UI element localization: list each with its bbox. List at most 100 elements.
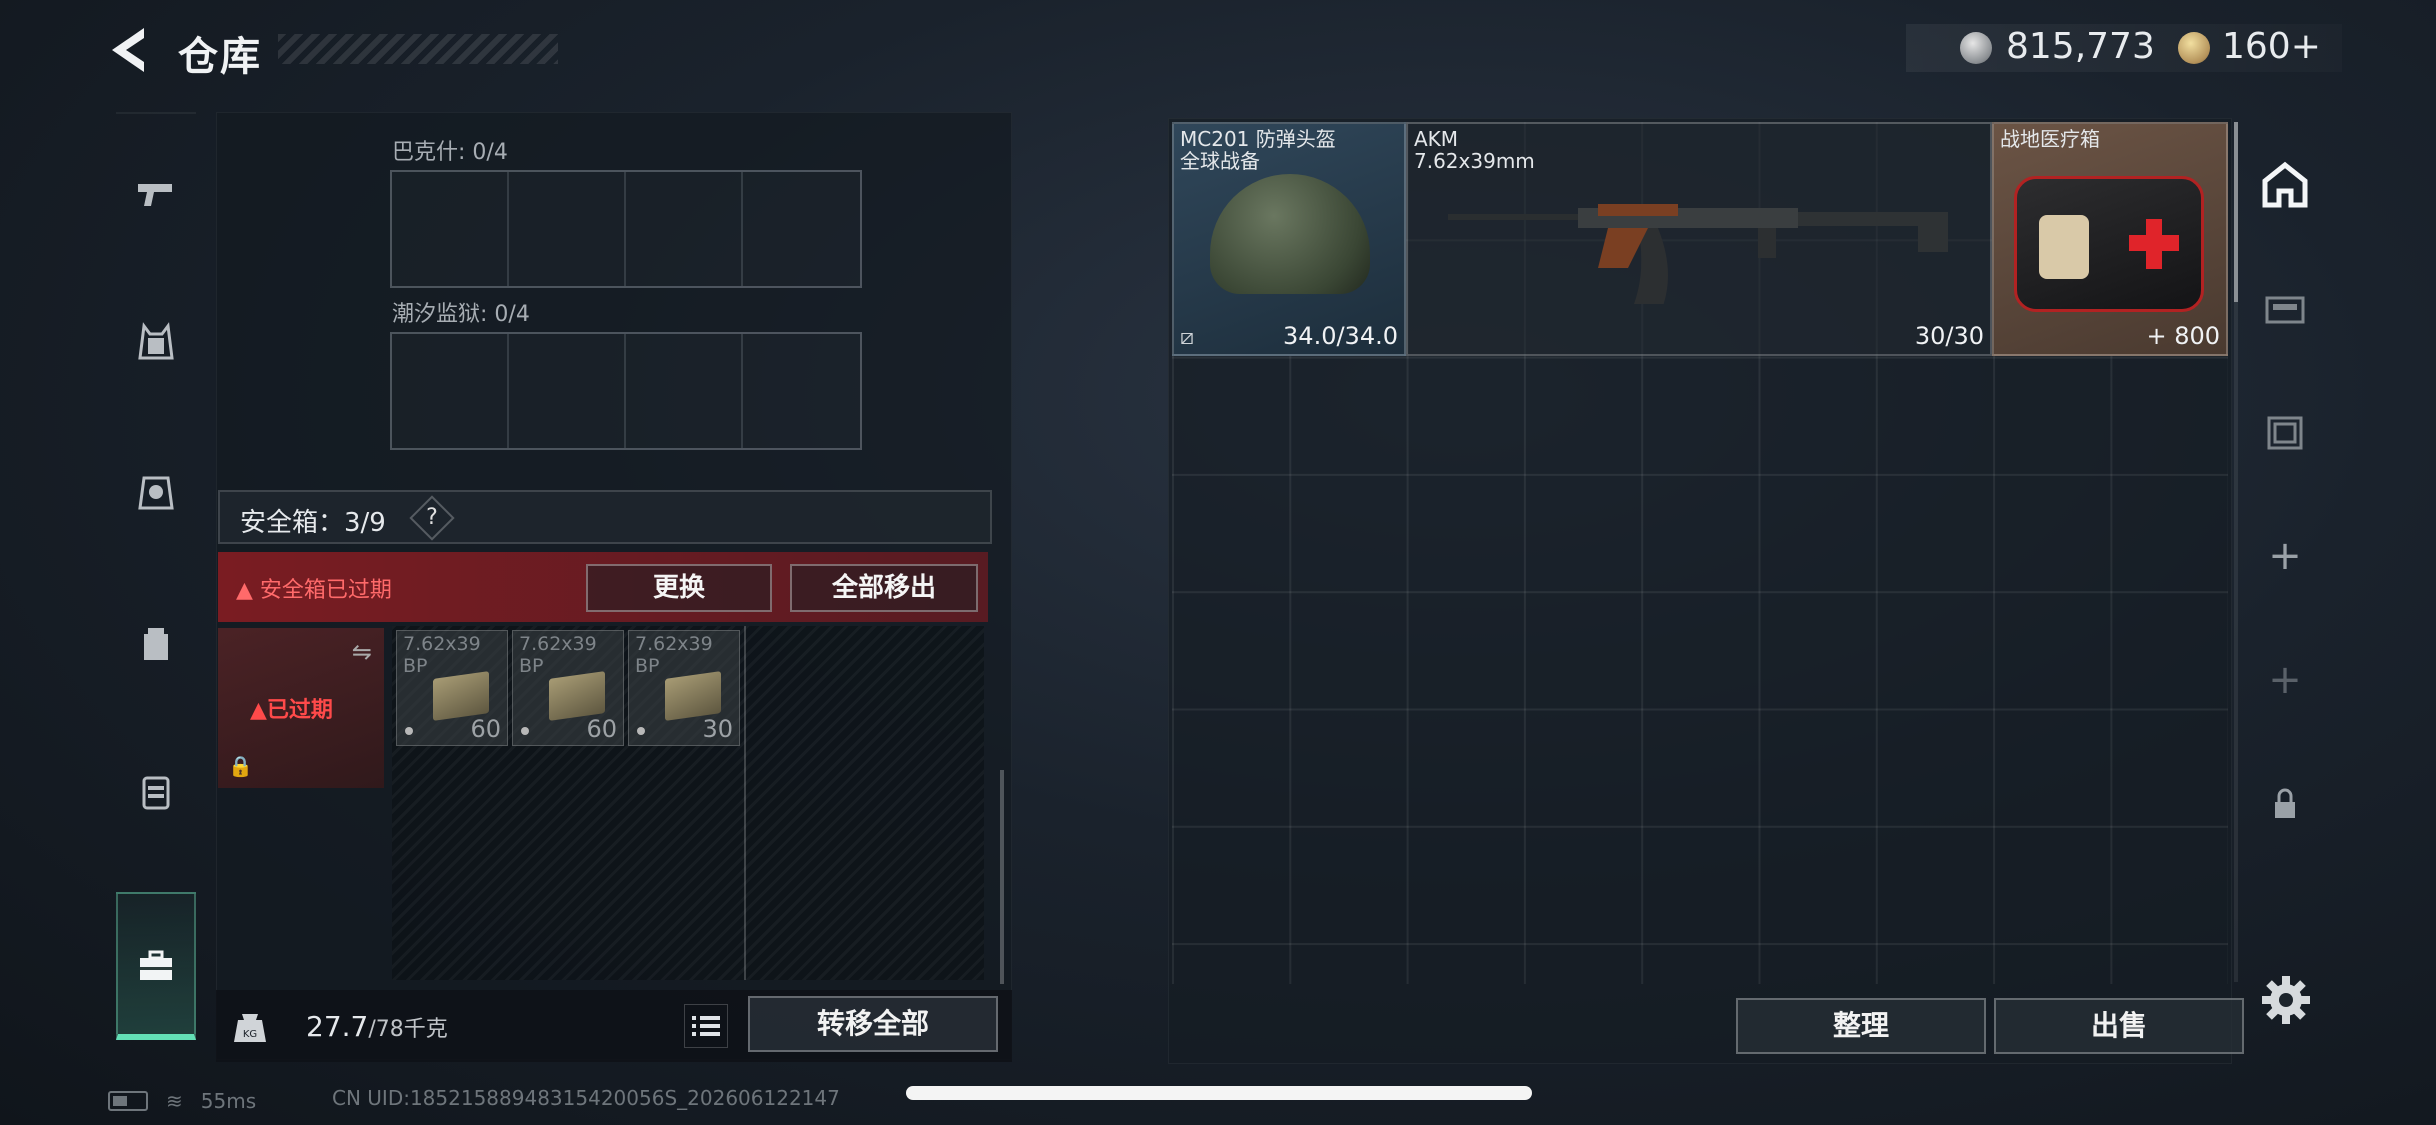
tab-locked[interactable] [2242,744,2328,864]
key-slot-grid-tide-prison[interactable] [390,332,862,450]
tab-stash[interactable] [2242,125,2328,245]
safe-box-title: 安全箱：3/9 [240,508,386,538]
page-title: 仓库 [178,34,262,80]
back-button[interactable] [104,22,154,78]
status-bar: ≋ 55ms [108,1086,256,1116]
weight-current: 27.7 [306,1010,369,1043]
helmet-item[interactable]: MC201 防弹头盔 全球战备 ⧄ 34.0/34.0 [1172,122,1406,356]
ammo-item[interactable]: 7.62x39 BP 60 [396,630,508,746]
ammo-quantity: 60 [470,715,501,743]
weight-max: /78千克 [368,1017,448,1042]
gold-coin-icon [2178,32,2210,64]
ping-text: 55ms [200,1089,257,1113]
medkit-item[interactable]: 战地医疗箱 + 800 [1992,122,2228,356]
container-icon [2265,296,2305,324]
sell-button[interactable]: 出售 [1994,998,2244,1054]
red-cross-icon [2146,219,2162,269]
swap-icon[interactable]: ⇋ [352,638,372,666]
key-slot-grid-bakhsh[interactable] [390,170,862,288]
weight-icon[interactable]: KG [230,1006,270,1046]
key-slot[interactable] [743,172,860,286]
ammo-item[interactable]: 7.62x39 BP 60 [512,630,624,746]
rifle-icon [1448,204,1948,304]
gold-amount[interactable]: 160+ [2222,26,2321,67]
status-dot [521,727,529,735]
nav-case[interactable] [108,742,204,842]
nav-toolbox[interactable] [108,916,204,1016]
transfer-all-button[interactable]: 转移全部 [748,996,998,1052]
list-icon [692,1016,720,1036]
item-hp: + 800 [2146,322,2220,350]
tab-add-2[interactable]: + [2242,620,2328,740]
lock-icon [2275,788,2295,818]
medkit-icon [2014,176,2204,312]
ammo-name: 7.62x39 BP [519,633,597,677]
safe-box-header: 安全箱：3/9 ? [218,490,992,544]
ammo-item[interactable]: 7.62x39 BP 30 [628,630,740,746]
container-icon [2267,416,2303,450]
help-button[interactable]: ? [409,495,455,541]
nav-armor[interactable] [108,292,204,392]
plus-icon: + [2268,533,2302,579]
settings-gear-icon[interactable] [2258,972,2314,1028]
weight-bar: KG 27.7/78千克 转移全部 [216,990,1012,1062]
stash-tabs: + + [2242,118,2328,1064]
tab-add-1[interactable]: + [2242,496,2328,616]
home-indicator[interactable] [906,1086,1532,1100]
nav-chest-rig[interactable] [108,442,204,542]
item-ammo-count: 30/30 [1914,322,1984,350]
ammo-box-icon [665,671,721,721]
weight-readout: 27.7/78千克 [306,1010,448,1043]
armor-vest-icon [138,322,174,360]
lock-icon: 🔒 [228,754,253,778]
key-slot[interactable] [509,334,626,448]
item-name: MC201 防弹头盔 全球战备 [1180,127,1336,173]
key-slot[interactable] [626,172,743,286]
key-slot[interactable] [626,334,743,448]
item-name: AKM 7.62x39mm [1414,127,1535,173]
nav-backpack[interactable] [108,592,204,692]
left-navigation [108,112,204,1042]
stash-scrollbar-thumb[interactable] [2234,122,2238,302]
help-text: ? [426,505,438,530]
key-slot-label-tide-prison: 潮汐监狱: 0/4 [392,302,530,327]
expired-badge: ▲已过期 [250,698,333,723]
plus-icon: + [2268,657,2302,703]
list-view-button[interactable] [684,1004,728,1048]
key-slot[interactable] [392,172,509,286]
key-slot-label-bakhsh: 巴克什: 0/4 [392,140,508,165]
tab-container-1[interactable] [2242,248,2328,368]
warning-icon: ▲ [236,578,260,603]
medkit-window [2039,215,2089,279]
ammo-name: 7.62x39 BP [403,633,481,677]
battery-icon [108,1091,148,1111]
silver-amount: 815,773 [2006,26,2155,67]
safe-box-expired-bar: ▲ 安全箱已过期 更换 全部移出 [218,552,988,622]
case-icon [142,776,170,810]
status-dot [637,727,645,735]
tab-container-2[interactable] [2242,372,2328,492]
sort-button[interactable]: 整理 [1736,998,1986,1054]
expired-badge-text: 已过期 [266,698,333,723]
svg-text:KG: KG [243,1029,257,1040]
key-slot[interactable] [392,334,509,448]
move-all-out-button[interactable]: 全部移出 [790,564,978,612]
helmet-icon [1210,174,1370,294]
item-durability: 34.0/34.0 [1283,322,1398,350]
akm-item[interactable]: AKM 7.62x39mm 30/30 [1406,122,1992,356]
ammo-box-icon [549,671,605,721]
left-scrollbar[interactable] [1000,770,1004,984]
stash-icon [2262,161,2308,208]
key-slot[interactable] [509,172,626,286]
key-slot[interactable] [743,334,860,448]
backpack-icon [144,628,168,660]
status-dot [405,727,413,735]
safe-box-container[interactable]: ⇋ ▲已过期 🔒 [218,628,384,788]
ammo-quantity: 30 [702,715,733,743]
ammo-box-icon [433,671,489,721]
nav-weapons[interactable] [108,142,204,242]
replace-button[interactable]: 更换 [586,564,772,612]
uid-text: CN UID:18521588948315420056S_20260612214… [332,1086,840,1110]
expired-warning-text: 安全箱已过期 [259,578,392,603]
pistol-icon [138,184,172,206]
